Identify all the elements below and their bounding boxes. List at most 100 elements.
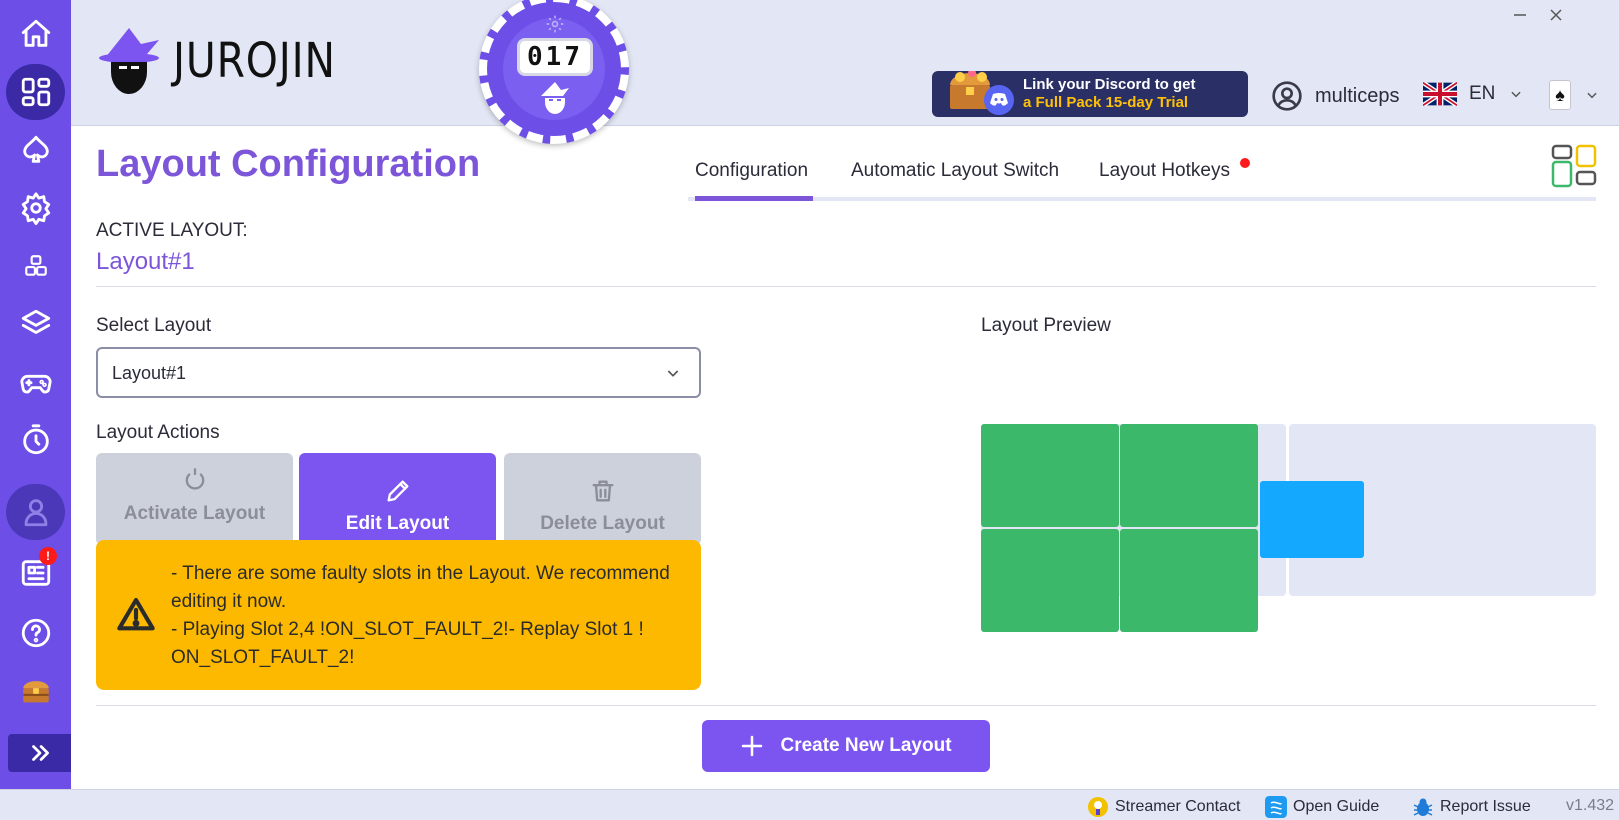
uk-flag-icon xyxy=(1423,82,1457,106)
sidebar-expand-button[interactable] xyxy=(8,734,71,772)
open-guide-link[interactable]: Open Guide xyxy=(1265,796,1379,818)
header: JUROJIN 017 Link your Discord to get a F… xyxy=(71,0,1619,144)
sidebar: ! xyxy=(0,0,71,789)
create-new-layout-label: Create New Layout xyxy=(780,735,952,756)
power-icon xyxy=(185,468,204,490)
chevron-down-icon xyxy=(1511,91,1522,98)
tab-layout-hotkeys[interactable]: Layout Hotkeys xyxy=(1099,160,1230,182)
sidebar-item-hotkeys[interactable] xyxy=(6,238,65,294)
close-icon[interactable] xyxy=(1547,6,1565,24)
report-issue-link[interactable]: Report Issue xyxy=(1412,796,1531,818)
warning-line-1: - There are some faulty slots in the Lay… xyxy=(171,563,670,612)
brand-name: JUROJIN xyxy=(173,33,336,89)
streamer-contact-link[interactable]: Streamer Contact xyxy=(1087,796,1240,818)
user-menu[interactable]: multiceps xyxy=(1271,80,1399,112)
settings-icon xyxy=(21,192,50,225)
wizard-logo-icon xyxy=(99,28,159,94)
sidebar-item-news[interactable]: ! xyxy=(6,545,65,601)
gear-icon[interactable] xyxy=(545,14,565,34)
user-circle-icon xyxy=(1272,81,1302,111)
sidebar-item-rewards[interactable] xyxy=(6,663,65,719)
tab-configuration[interactable]: Configuration xyxy=(695,160,808,182)
notification-badge: ! xyxy=(39,547,57,565)
report-issue-label: Report Issue xyxy=(1440,798,1531,815)
warning-line-2: - Playing Slot 2,4 !ON_SLOT_FAULT_2!- Re… xyxy=(171,619,644,668)
logo: JUROJIN xyxy=(97,24,365,98)
sidebar-item-help[interactable] xyxy=(6,605,65,661)
activate-layout-button[interactable]: Activate Layout xyxy=(96,453,293,545)
edit-layout-button[interactable]: Edit Layout xyxy=(299,453,496,545)
profile-icon xyxy=(24,499,47,527)
dashboard-icon xyxy=(21,77,50,107)
open-guide-label: Open Guide xyxy=(1293,798,1380,815)
sidebar-item-timer[interactable] xyxy=(6,412,65,468)
spade-icon xyxy=(22,135,49,163)
delete-layout-label: Delete Layout xyxy=(540,513,665,534)
sidebar-item-layouts[interactable] xyxy=(6,64,65,120)
page-title: Layout Configuration xyxy=(96,143,481,185)
hotkeys-notification-dot xyxy=(1240,158,1250,168)
active-tab-indicator xyxy=(695,196,813,201)
create-new-layout-button[interactable]: Create New Layout xyxy=(702,720,990,772)
active-layout-value: Layout#1 xyxy=(96,248,195,275)
select-layout-label: Select Layout xyxy=(96,315,212,336)
active-layout-label: ACTIVE LAYOUT: xyxy=(96,220,248,241)
card-spade-icon: ♠ xyxy=(1549,80,1571,110)
select-layout-dropdown[interactable]: Layout#1 xyxy=(96,347,701,398)
timer-icon xyxy=(22,424,49,455)
bug-icon xyxy=(1413,798,1433,816)
hotkeys-icon xyxy=(24,255,47,276)
layout-actions-label: Layout Actions xyxy=(96,422,220,443)
divider xyxy=(96,705,1596,706)
session-counter: 017 xyxy=(517,38,593,76)
streamer-icon xyxy=(1088,797,1108,817)
discord-promo-line1: Link your Discord to get xyxy=(1023,76,1196,93)
chevron-down-icon xyxy=(667,370,679,377)
app-version: v1.432 xyxy=(1566,797,1615,814)
preview-replay-slot xyxy=(1260,481,1364,558)
username: multiceps xyxy=(1315,84,1400,107)
sidebar-item-home[interactable] xyxy=(6,6,65,62)
sidebar-item-poker[interactable] xyxy=(6,122,65,178)
plus-icon xyxy=(742,735,763,757)
sidebar-item-profile[interactable] xyxy=(6,484,65,540)
help-icon xyxy=(21,618,50,648)
preview-slot xyxy=(981,424,1119,527)
warning-text: - There are some faulty slots in the Lay… xyxy=(171,560,681,672)
pencil-icon xyxy=(387,480,408,502)
footer: Streamer Contact Open Guide Report Issue… xyxy=(0,789,1619,820)
card-style-selector[interactable]: ♠ xyxy=(1549,80,1599,110)
activate-layout-label: Activate Layout xyxy=(123,503,266,524)
tab-automatic-layout-switch[interactable]: Automatic Layout Switch xyxy=(851,160,1059,182)
language-selector[interactable]: EN xyxy=(1423,82,1523,106)
preview-slot xyxy=(981,529,1119,632)
delete-layout-button[interactable]: Delete Layout xyxy=(504,453,701,545)
session-counter-chip[interactable]: 017 xyxy=(479,0,629,144)
double-chevron-right-icon xyxy=(31,745,49,761)
edit-layout-label: Edit Layout xyxy=(345,513,450,534)
home-icon xyxy=(21,19,50,47)
minimize-icon[interactable] xyxy=(1511,6,1529,24)
language-code: EN xyxy=(1469,83,1496,104)
preview-slot xyxy=(1120,529,1258,632)
divider xyxy=(96,286,1596,287)
sidebar-item-settings[interactable] xyxy=(6,180,65,236)
tabs-track xyxy=(688,197,1596,201)
discord-icon xyxy=(984,85,1014,115)
layout-preview xyxy=(981,424,1596,632)
layout-preview-label: Layout Preview xyxy=(981,315,1111,336)
faulty-slots-warning: - There are some faulty slots in the Lay… xyxy=(96,540,701,690)
gamepad-icon xyxy=(19,374,52,394)
warning-triangle-icon xyxy=(117,597,155,631)
sidebar-item-games[interactable] xyxy=(6,354,65,410)
discord-promo-line2: a Full Pack 15-day Trial xyxy=(1023,94,1189,111)
sidebar-item-layers[interactable] xyxy=(6,296,65,352)
trash-icon xyxy=(592,480,613,502)
wizard-icon xyxy=(541,82,569,114)
preview-slot xyxy=(1120,424,1258,527)
layout-grid-icon[interactable] xyxy=(1551,144,1597,190)
chevron-down-icon xyxy=(1587,92,1597,99)
guide-icon xyxy=(1265,796,1287,818)
select-layout-value: Layout#1 xyxy=(112,363,187,383)
discord-promo-banner[interactable]: Link your Discord to get a Full Pack 15-… xyxy=(932,71,1248,117)
